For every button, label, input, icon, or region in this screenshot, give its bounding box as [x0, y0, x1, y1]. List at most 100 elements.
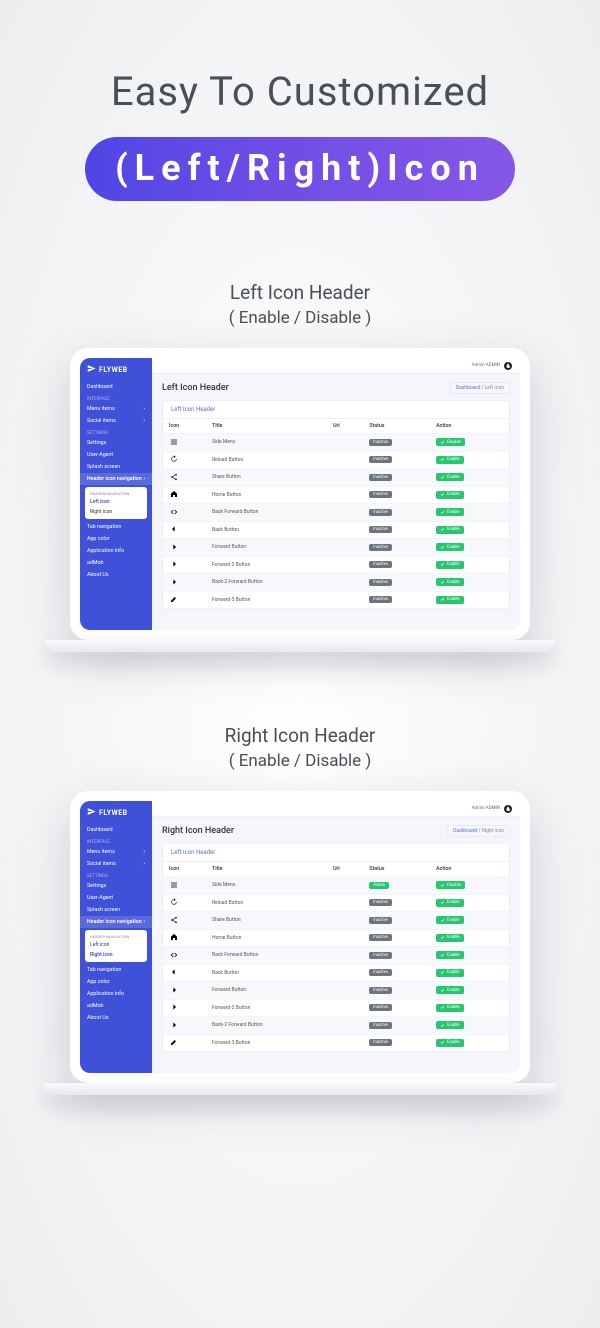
icon-table: Icon Title Url Status Action Side MenuIn…	[163, 419, 509, 608]
sidebar-item-tab-nav[interactable]: Tab navigation	[80, 521, 152, 533]
sidebar-submenu: HEADER NAVIGATION Left icon Right icon	[85, 930, 147, 962]
enable-button[interactable]: Enable	[436, 561, 464, 569]
sidebar: FLYWEB Dashboard INTERFACE Menu items› S…	[80, 801, 152, 1073]
row-title: Back Forward Button	[206, 504, 327, 522]
enable-button[interactable]: Enable	[436, 951, 464, 959]
row-title: Share Button	[206, 912, 327, 930]
enable-button[interactable]: Enable	[436, 491, 464, 499]
col-action: Action	[430, 862, 509, 877]
enable-button[interactable]: Enable	[436, 1021, 464, 1029]
disable-button[interactable]: Disable	[436, 881, 465, 889]
card-title: Left Icon Header	[163, 844, 509, 862]
hero: Easy To Customized (Left/Right)Icon	[0, 0, 600, 201]
row-url	[327, 947, 363, 965]
row-url	[327, 894, 363, 912]
paper-plane-icon	[87, 364, 96, 375]
enable-button[interactable]: Enable	[436, 526, 464, 534]
topbar: Admin ADMIN	[152, 801, 520, 817]
enable-button[interactable]: Enable	[436, 986, 464, 994]
sidebar-sub-left-icon[interactable]: Left icon	[85, 497, 147, 507]
enable-button[interactable]: Enable	[436, 456, 464, 464]
forward-icon	[169, 577, 178, 586]
sidebar-item-about[interactable]: About Us	[80, 569, 152, 581]
breadcrumb[interactable]: Dashboard / Left icon	[450, 382, 510, 394]
status-badge: Inactive	[369, 596, 392, 603]
sidebar-sub-right-icon[interactable]: Right icon	[85, 950, 147, 960]
enable-button[interactable]: Enable	[436, 969, 464, 977]
disable-button[interactable]: Disable	[436, 438, 465, 446]
sidebar-item-app-info[interactable]: Application info	[80, 988, 152, 1000]
crumb-root[interactable]: Dashboard	[456, 385, 480, 391]
app-brand[interactable]: FLYWEB	[80, 801, 152, 824]
sidebar-item-admob[interactable]: adMob	[80, 557, 152, 569]
home-icon	[169, 933, 178, 942]
main-area: Admin ADMIN Right Icon Header Dashboard …	[152, 801, 520, 1073]
enable-button[interactable]: Enable	[436, 508, 464, 516]
sidebar-item-user-agent[interactable]: User-Agent	[80, 449, 152, 461]
sidebar-item-header-nav[interactable]: Header icon navigation›	[80, 916, 152, 928]
row-title: Side Menu	[206, 434, 327, 452]
sidebar-item-splash[interactable]: Splash screen	[80, 461, 152, 473]
enable-button[interactable]: Enable	[436, 899, 464, 907]
sidebar-item-social-items[interactable]: Social items›	[80, 858, 152, 870]
enable-button[interactable]: Enable	[436, 934, 464, 942]
sidebar-item-dashboard[interactable]: Dashboard	[80, 824, 152, 836]
status-badge: Inactive	[369, 509, 392, 516]
table-row: Forward-3 ButtonInactiveEnable	[163, 591, 509, 608]
row-title: Forward Button	[206, 982, 327, 1000]
breadcrumb[interactable]: Dashboard / Right icon	[447, 825, 510, 837]
status-badge: Inactive	[369, 969, 392, 976]
row-url	[327, 486, 363, 504]
avatar-icon[interactable]	[504, 362, 512, 370]
sidebar-item-splash[interactable]: Splash screen	[80, 904, 152, 916]
edit-icon	[169, 1038, 178, 1047]
enable-button[interactable]: Enable	[436, 473, 464, 481]
sidebar-item-admob[interactable]: adMob	[80, 1000, 152, 1012]
col-action: Action	[430, 419, 509, 434]
back-icon	[169, 968, 178, 977]
crumb-leaf: Right icon	[482, 828, 504, 834]
row-url	[327, 521, 363, 539]
laptop-1: FLYWEB Dashboard INTERFACE Menu items› S…	[70, 348, 530, 652]
sidebar-item-menu-items[interactable]: Menu items›	[80, 403, 152, 415]
sidebar-item-menu-items[interactable]: Menu items›	[80, 846, 152, 858]
forward-icon	[169, 542, 178, 551]
user-name: Admin ADMIN	[472, 806, 500, 811]
sidebar-item-user-agent[interactable]: User-Agent	[80, 892, 152, 904]
sidebar-item-settings[interactable]: Settings	[80, 880, 152, 892]
enable-button[interactable]: Enable	[436, 596, 464, 604]
sidebar-item-about[interactable]: About Us	[80, 1012, 152, 1024]
page-header: Right Icon Header Dashboard / Right icon	[152, 817, 520, 843]
sidebar-item-dashboard[interactable]: Dashboard	[80, 381, 152, 393]
crumb-root[interactable]: Dashboard	[453, 828, 477, 834]
table-row: Reload ButtonInactiveEnable	[163, 894, 509, 912]
sidebar-sub-left-icon[interactable]: Left icon	[85, 940, 147, 950]
sidebar-item-app-color[interactable]: App color	[80, 533, 152, 545]
page-header: Left Icon Header Dashboard / Left icon	[152, 374, 520, 400]
enable-button[interactable]: Enable	[436, 1039, 464, 1047]
enable-button[interactable]: Enable	[436, 543, 464, 551]
enable-button[interactable]: Enable	[436, 578, 464, 586]
sidebar-item-tab-nav[interactable]: Tab navigation	[80, 964, 152, 976]
row-url	[327, 1017, 363, 1035]
sidebar-item-social-items[interactable]: Social items›	[80, 415, 152, 427]
enable-button[interactable]: Enable	[436, 916, 464, 924]
status-badge: Inactive	[369, 952, 392, 959]
app-brand[interactable]: FLYWEB	[80, 358, 152, 381]
sidebar-item-app-info[interactable]: Application info	[80, 545, 152, 557]
brand-text: FLYWEB	[99, 366, 128, 374]
sidebar-sub-right-icon[interactable]: Right icon	[85, 507, 147, 517]
enable-button[interactable]: Enable	[436, 1004, 464, 1012]
sidebar-item-app-color[interactable]: App color	[80, 976, 152, 988]
row-url	[327, 434, 363, 452]
row-url	[327, 929, 363, 947]
sidebar-item-settings[interactable]: Settings	[80, 437, 152, 449]
col-title: Title	[206, 419, 327, 434]
sidebar-section-settings: SETTINGS	[80, 427, 152, 437]
sidebar-submenu-header: HEADER NAVIGATION	[85, 489, 147, 497]
share-icon	[169, 915, 178, 924]
status-badge: Inactive	[369, 1004, 392, 1011]
home-icon	[169, 490, 178, 499]
avatar-icon[interactable]	[504, 805, 512, 813]
sidebar-item-header-nav[interactable]: Header icon navigation›	[80, 473, 152, 485]
